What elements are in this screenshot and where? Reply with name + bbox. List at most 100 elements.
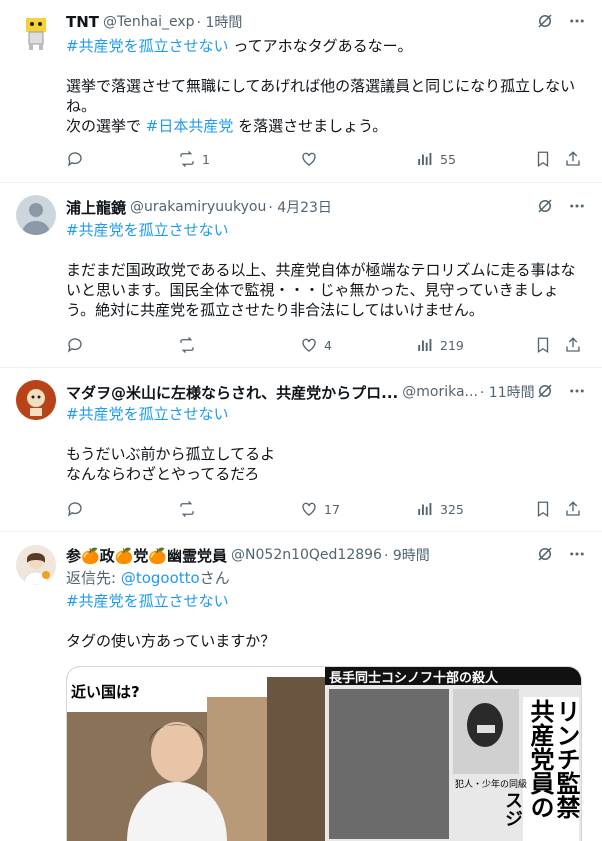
like-icon	[302, 502, 316, 516]
bookmark-button[interactable]	[534, 500, 552, 518]
view-count: 219	[440, 337, 464, 353]
like-count: 4	[324, 337, 332, 353]
bookmark-icon	[537, 151, 549, 168]
view-count: 325	[440, 501, 464, 517]
timestamp[interactable]: · 4月23日	[268, 197, 332, 217]
views-button[interactable]: 55	[416, 150, 456, 168]
more-icon[interactable]	[568, 12, 586, 30]
text-line: タグの使い方あっていますか？	[66, 631, 582, 651]
tweet-2[interactable]: 浦上龍鏡 @urakamiryuukyou · 4月23日 #共産党を孤立させな…	[0, 183, 602, 368]
avatar[interactable]	[16, 12, 56, 52]
timestamp[interactable]: · 1時間	[197, 12, 243, 32]
media-right-sub: 共産党員の	[526, 699, 554, 819]
media-left-caption: 近い国は?	[71, 683, 140, 701]
more-icon[interactable]	[568, 382, 586, 400]
grok-icon[interactable]	[536, 382, 554, 400]
text-segment: ね。	[66, 97, 97, 115]
retweet-icon	[180, 151, 194, 167]
text-line: いと思います。国民全体で監視・・・じゃ無かった、見守っていきましょ	[66, 280, 582, 300]
reply-button[interactable]	[66, 150, 90, 168]
views-icon	[418, 153, 432, 165]
share-button[interactable]	[564, 336, 582, 354]
text-segment: を落選させましょう。	[233, 117, 388, 135]
grok-icon[interactable]	[536, 545, 554, 563]
tweet-1[interactable]: TNT @Tenhai_exp · 1時間 #共産党を孤立させない ってアホなタ…	[0, 0, 602, 183]
bookmark-button[interactable]	[534, 336, 552, 354]
avatar[interactable]	[16, 195, 56, 235]
reply-icon	[67, 338, 82, 353]
media-right-top: 長手同士コシノフ十部の殺人	[329, 671, 499, 685]
avatar[interactable]	[16, 380, 56, 420]
hashtag-link[interactable]: #共産党を孤立させない	[66, 37, 229, 55]
text-line: まだまだ国政政党である以上、共産党自体が極端なテロリズムに走る事はな	[66, 260, 582, 280]
reply-to-suffix: さん	[199, 569, 230, 587]
display-name[interactable]: TNT	[66, 13, 99, 31]
user-handle[interactable]: @urakamiryuukyou	[130, 199, 266, 215]
retweet-button[interactable]: 1	[178, 150, 210, 168]
hashtag-link[interactable]: #共産党を孤立させない	[66, 592, 229, 610]
text-line: #共産党を孤立させない	[66, 591, 582, 611]
display-name[interactable]: 浦上龍鏡	[66, 197, 126, 217]
reply-to-prefix: 返信先:	[66, 569, 121, 587]
reply-button[interactable]	[66, 336, 90, 354]
display-name[interactable]: 参🍊政🍊党🍊幽霊党員	[66, 545, 227, 565]
text-line	[66, 424, 582, 444]
media-right-small: スジ	[502, 791, 523, 827]
hashtag-link[interactable]: #共産党を孤立させない	[66, 221, 229, 239]
views-icon	[418, 339, 432, 351]
share-button[interactable]	[564, 150, 582, 168]
text-segment: いと思います。国民全体で監視・・・じゃ無かった、見守っていきましょ	[66, 281, 559, 299]
avatar[interactable]	[16, 545, 56, 585]
views-button[interactable]: 219	[416, 336, 464, 354]
grok-icon[interactable]	[536, 197, 554, 215]
grok-icon[interactable]	[536, 12, 554, 30]
text-segment: ってアホなタグあるなー。	[228, 37, 413, 55]
text-segment: なんならわざとやってるだろ	[66, 465, 260, 483]
tweet-3[interactable]: マダヲ@米山に左様ならされ、共産党からプロ... @morika... · 11…	[0, 368, 602, 532]
like-button[interactable]: 17	[300, 500, 340, 518]
text-segment: う。絶対に共産党を孤立させたり非合法にしてはいけません。	[66, 301, 484, 319]
timestamp[interactable]: · 11時間	[480, 382, 535, 402]
share-button[interactable]	[564, 500, 582, 518]
text-line: もうだいぶ前から孤立してるよ	[66, 444, 582, 464]
views-button[interactable]: 325	[416, 500, 464, 518]
attached-image[interactable]: 近い国は? 長手同士コシノフ十部の殺人 犯人・少年の同級 リンチ監禁 共産党員の…	[66, 666, 582, 841]
retweet-icon	[180, 337, 194, 353]
retweet-count: 1	[202, 151, 210, 167]
tweet-4[interactable]: 参🍊政🍊党🍊幽霊党員 @N052n10Qed12896 · 9時間 返信先: @…	[0, 532, 602, 841]
reply-to-link[interactable]: @togootto	[121, 569, 200, 587]
text-line: なんならわざとやってるだろ	[66, 464, 582, 484]
more-icon[interactable]	[568, 197, 586, 215]
user-handle[interactable]: @morika...	[402, 384, 478, 400]
bookmark-button[interactable]	[534, 150, 552, 168]
like-button[interactable]	[300, 150, 324, 168]
user-handle[interactable]: @Tenhai_exp	[103, 14, 195, 30]
retweet-button[interactable]	[178, 500, 202, 518]
reply-to: 返信先: @togoottoさん	[66, 568, 582, 588]
retweet-icon	[180, 501, 194, 517]
text-line	[66, 240, 582, 260]
like-button[interactable]: 4	[300, 336, 332, 354]
view-count: 55	[440, 151, 456, 167]
reply-icon	[67, 502, 82, 517]
more-icon[interactable]	[568, 545, 586, 563]
hashtag-link[interactable]: #共産党を孤立させない	[66, 405, 229, 423]
display-name[interactable]: マダヲ@米山に左様ならされ、共産党からプロ...	[66, 382, 398, 402]
share-icon	[566, 151, 580, 166]
bookmark-icon	[537, 337, 549, 354]
text-line: #共産党を孤立させない	[66, 404, 582, 424]
views-icon	[418, 503, 432, 515]
share-icon	[566, 501, 580, 516]
text-line: う。絶対に共産党を孤立させたり非合法にしてはいけません。	[66, 300, 582, 320]
text-segment: 次の選挙で	[66, 117, 146, 135]
hashtag-link[interactable]: #日本共産党	[146, 117, 234, 135]
reply-button[interactable]	[66, 500, 90, 518]
share-icon	[566, 337, 580, 352]
text-segment: まだまだ国政政党である以上、共産党自体が極端なテロリズムに走る事はな	[66, 261, 576, 279]
timestamp[interactable]: · 9時間	[384, 545, 430, 565]
retweet-button[interactable]	[178, 336, 202, 354]
user-handle[interactable]: @N052n10Qed12896	[231, 547, 382, 563]
text-line: 次の選挙で #日本共産党 を落選させましょう。	[66, 116, 582, 136]
text-segment: タグの使い方あっていますか？	[66, 632, 276, 650]
text-line	[66, 56, 582, 76]
